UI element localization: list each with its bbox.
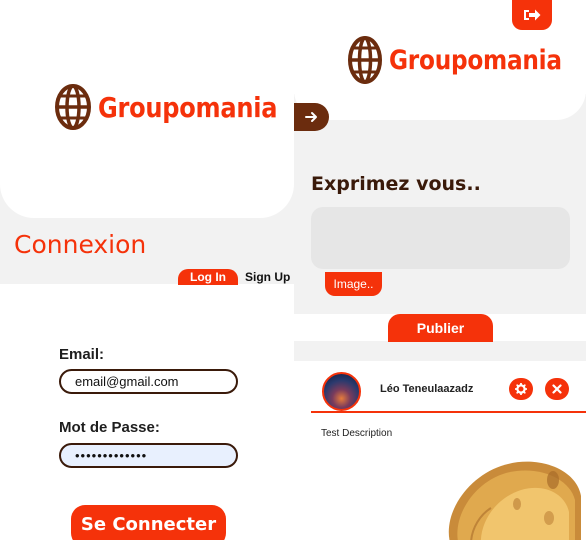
page-title: Connexion <box>14 230 147 259</box>
post-image <box>448 461 581 540</box>
post-textarea[interactable] <box>311 207 570 269</box>
globe-icon <box>348 36 382 84</box>
login-button[interactable]: Se Connecter <box>71 505 226 540</box>
post-card: Léo Teneulaazadz Test Description <box>311 361 586 540</box>
brand-name: Groupomania <box>389 44 562 76</box>
tab-login[interactable]: Log In <box>178 269 238 285</box>
logout-icon <box>524 9 541 21</box>
image-button[interactable]: Image.. <box>325 272 382 296</box>
password-label: Mot de Passe: <box>59 419 160 436</box>
tab-signup[interactable]: Sign Up <box>245 270 290 284</box>
login-header: Groupomania <box>0 0 294 218</box>
brand-name: Groupomania <box>98 90 278 124</box>
post-header: Léo Teneulaazadz <box>311 361 586 413</box>
brand-logo: Groupomania <box>54 82 294 132</box>
post-description: Test Description <box>321 428 393 439</box>
login-screen: Groupomania Connexion Log In Sign Up Ema… <box>0 0 294 540</box>
brand-logo: Groupomania <box>347 34 586 86</box>
post-author: Léo Teneulaazadz <box>380 383 474 395</box>
publish-button[interactable]: Publier <box>388 314 493 342</box>
compose-title: Exprimez vous.. <box>311 173 481 195</box>
globe-icon <box>55 84 91 130</box>
background-band <box>294 341 586 361</box>
avatar <box>322 372 361 411</box>
delete-button[interactable] <box>545 378 569 400</box>
email-field[interactable]: email@gmail.com <box>59 369 238 394</box>
email-label: Email: <box>59 346 105 363</box>
settings-button[interactable] <box>509 378 533 400</box>
nav-arrow-button[interactable] <box>294 103 329 131</box>
logout-button[interactable] <box>512 0 552 30</box>
arrow-right-icon <box>304 112 317 122</box>
gear-icon <box>515 383 527 395</box>
password-field[interactable]: ••••••••••••• <box>59 443 238 468</box>
close-icon <box>552 384 562 394</box>
feed-screen: Groupomania Exprimez vous.. Image.. Publ… <box>294 0 586 540</box>
